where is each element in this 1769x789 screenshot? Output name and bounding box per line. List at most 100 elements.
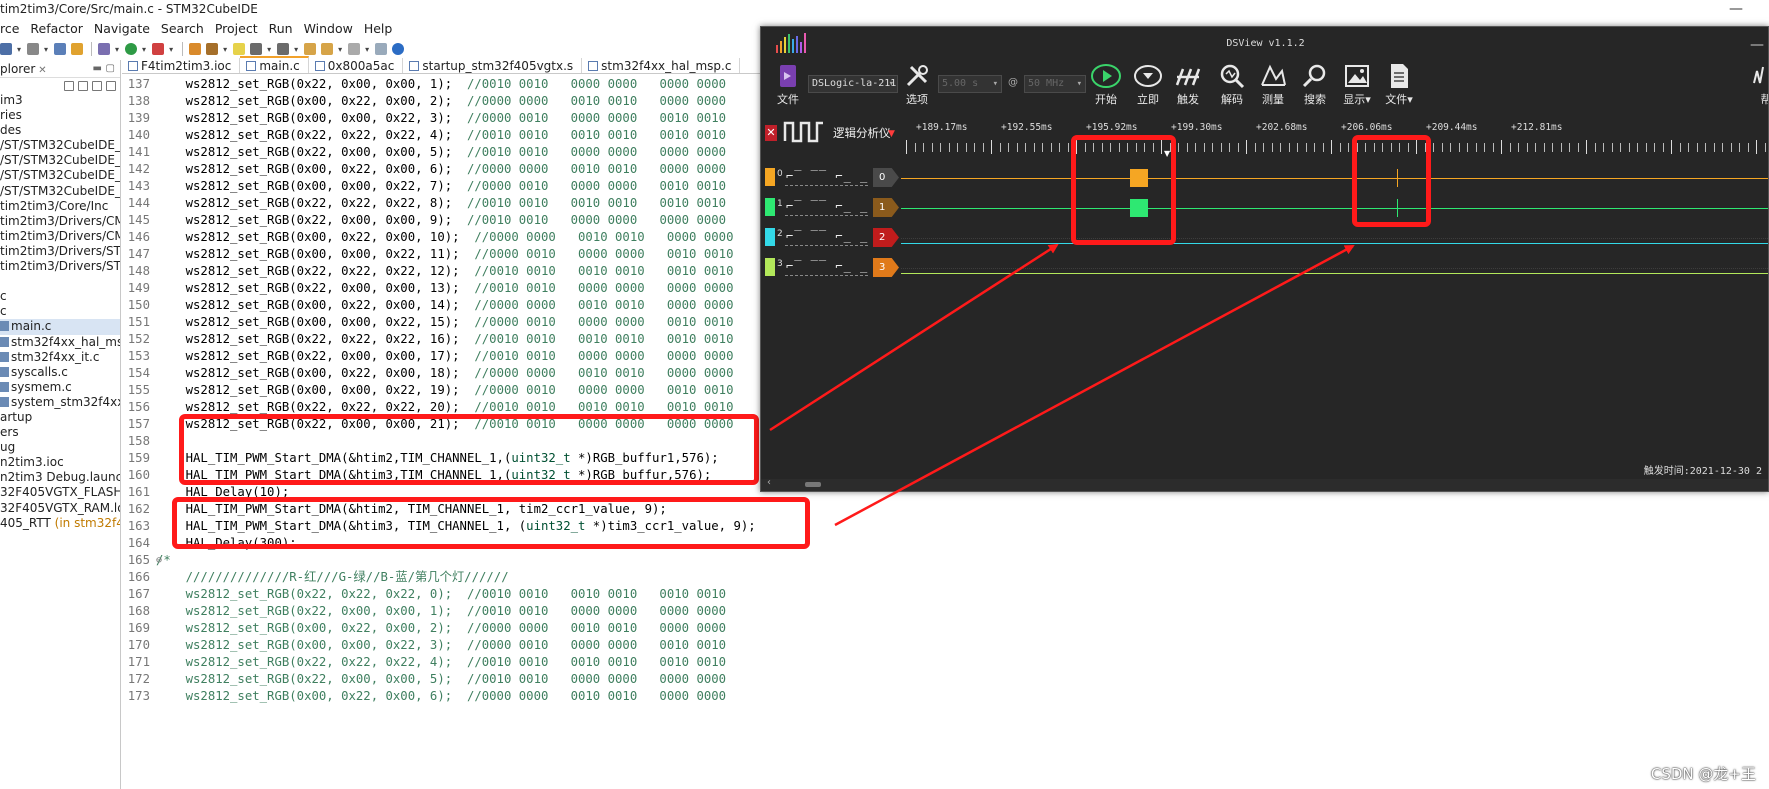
search-button[interactable]: 搜索: [1294, 61, 1336, 107]
display-button[interactable]: 显示▾: [1336, 61, 1378, 107]
save-icon[interactable]: [54, 43, 67, 55]
code-line[interactable]: 153 ws2812_set_RGB(0x22, 0x00, 0x00, 17)…: [122, 348, 767, 365]
menu-item-navigate[interactable]: Navigate: [94, 20, 150, 37]
code-line[interactable]: 170 ws2812_set_RGB(0x00, 0x00, 0x22, 3);…: [122, 637, 767, 654]
brush-icon[interactable]: [206, 43, 219, 55]
run-icon[interactable]: [125, 43, 138, 55]
chevron-down-icon[interactable]: ▾: [338, 45, 342, 54]
sample-count-select[interactable]: 5.00 s ▾: [938, 75, 1002, 93]
debug-config-icon[interactable]: [98, 43, 111, 55]
tree-item[interactable]: [0, 274, 120, 289]
open-folder-icon[interactable]: [189, 43, 202, 55]
tab-address[interactable]: 0x800a5ac: [309, 58, 404, 73]
file-button[interactable]: 文件: [767, 61, 809, 107]
decode-button[interactable]: 解码: [1211, 61, 1253, 107]
options-button[interactable]: 选项: [896, 61, 938, 107]
tree-item[interactable]: artup: [0, 410, 120, 425]
lock-icon[interactable]: [71, 43, 84, 55]
tree-item[interactable]: c: [0, 289, 120, 304]
build-icon[interactable]: [27, 43, 40, 55]
chevron-down-icon[interactable]: ▾: [44, 45, 48, 54]
gear-icon[interactable]: [0, 43, 12, 55]
code-line[interactable]: 144 ws2812_set_RGB(0x22, 0x22, 0x22, 8);…: [122, 195, 767, 212]
chevron-down-icon[interactable]: ▾: [267, 45, 271, 54]
chevron-down-icon[interactable]: ▾: [365, 45, 369, 54]
chevron-down-icon[interactable]: ▼: [888, 129, 895, 139]
channel-trigger-options[interactable]: ⌐‾ ‾‾ ⌐_ _ ⌶: [786, 199, 885, 213]
pin-icon[interactable]: [375, 43, 388, 55]
info-icon[interactable]: [392, 43, 405, 55]
code-line[interactable]: 146 ws2812_set_RGB(0x00, 0x22, 0x00, 10)…: [122, 229, 767, 246]
tree-item[interactable]: tim2tim3/Core/Inc: [0, 199, 120, 214]
code-line[interactable]: 154 ws2812_set_RGB(0x00, 0x22, 0x00, 18)…: [122, 365, 767, 382]
tree-item[interactable]: des: [0, 123, 120, 138]
tree-item[interactable]: 32F405VGTX_FLASH.ld: [0, 485, 120, 500]
tree-item[interactable]: /ST/STM32CubeIDE_1.8: [0, 168, 120, 183]
tab-main-c[interactable]: main.c: [240, 56, 309, 73]
menu-item-help[interactable]: Help: [364, 20, 393, 37]
link-editor-icon[interactable]: [78, 80, 88, 91]
tree-item[interactable]: 32F405VGTX_RAM.ld: [0, 501, 120, 516]
tree-item[interactable]: tim2tim3/Drivers/CMSI: [0, 214, 120, 229]
tab-hal-msp[interactable]: stm32f4xx_hal_msp.c: [582, 58, 741, 73]
tree-item[interactable]: tim2tim3/Drivers/STM3: [0, 244, 120, 259]
tree-item[interactable]: syscalls.c: [0, 365, 120, 380]
code-line[interactable]: 138 ws2812_set_RGB(0x00, 0x22, 0x00, 2);…: [122, 93, 767, 110]
channel-color-swatch[interactable]: [765, 228, 775, 246]
tree-item[interactable]: /ST/STM32CubeIDE_1.8: [0, 184, 120, 199]
close-icon[interactable]: ✕: [38, 65, 46, 76]
collapse-all-icon[interactable]: [64, 80, 74, 91]
code-line[interactable]: 165 ⊖/*: [122, 552, 767, 569]
tree-item[interactable]: ries: [0, 108, 120, 123]
minimize-icon[interactable]: —: [1729, 0, 1743, 18]
nav-forward-icon[interactable]: [348, 43, 361, 55]
code-line[interactable]: 166 //////////////R-红///G-绿//B-蓝/第几个灯///…: [122, 569, 767, 586]
tree-item[interactable]: sysmem.c: [0, 380, 120, 395]
tree-item[interactable]: 405_RTT (in stm32f405_: [0, 516, 120, 531]
tree-item[interactable]: main.c: [0, 319, 120, 335]
channel-color-swatch[interactable]: [765, 198, 775, 216]
code-line[interactable]: 171 ws2812_set_RGB(0x22, 0x22, 0x22, 4);…: [122, 654, 767, 671]
code-line[interactable]: 172 ws2812_set_RGB(0x22, 0x00, 0x00, 5);…: [122, 671, 767, 688]
chevron-down-icon[interactable]: ▾: [115, 45, 119, 54]
code-line[interactable]: 141 ws2812_set_RGB(0x22, 0x00, 0x00, 5);…: [122, 144, 767, 161]
code-line[interactable]: 168 ws2812_set_RGB(0x22, 0x00, 0x00, 1);…: [122, 603, 767, 620]
code-line[interactable]: 142 ws2812_set_RGB(0x00, 0x22, 0x00, 6);…: [122, 161, 767, 178]
channel-color-swatch[interactable]: [765, 258, 775, 276]
code-line[interactable]: 150 ws2812_set_RGB(0x00, 0x22, 0x00, 14)…: [122, 297, 767, 314]
chevron-down-icon[interactable]: ▾: [17, 45, 21, 54]
back-icon[interactable]: [304, 43, 317, 55]
channel-tag[interactable]: 1: [873, 198, 899, 217]
menu-item-refactor[interactable]: Refactor: [30, 20, 82, 37]
code-line[interactable]: 169 ws2812_set_RGB(0x00, 0x22, 0x00, 2);…: [122, 620, 767, 637]
channel-trigger-options[interactable]: ⌐‾ ‾‾ ⌐_ _ ⌶: [786, 229, 885, 243]
code-line[interactable]: 173 ws2812_set_RGB(0x00, 0x22, 0x00, 6);…: [122, 688, 767, 705]
code-line[interactable]: 147 ws2812_set_RGB(0x00, 0x00, 0x22, 11)…: [122, 246, 767, 263]
horizontal-scrollbar[interactable]: ‹: [761, 477, 1768, 491]
tree-item[interactable]: ers: [0, 425, 120, 440]
tree-item[interactable]: stm32f4xx_hal_msp.c: [0, 335, 120, 350]
tree-item[interactable]: /ST/STM32CubeIDE_1.8: [0, 153, 120, 168]
close-decoder-icon[interactable]: ✕: [765, 125, 777, 141]
code-line[interactable]: 155 ws2812_set_RGB(0x00, 0x00, 0x22, 19)…: [122, 382, 767, 399]
tree-item[interactable]: c: [0, 304, 120, 319]
measure-button[interactable]: 测量: [1252, 61, 1294, 107]
tab-startup[interactable]: startup_stm32f405vgtx.s: [403, 58, 583, 73]
chevron-down-icon[interactable]: ▾: [169, 45, 173, 54]
code-line[interactable]: 140 ws2812_set_RGB(0x22, 0x22, 0x22, 4);…: [122, 127, 767, 144]
tree-item[interactable]: n2tim3 Debug.launch: [0, 470, 120, 485]
help-button[interactable]: 帮: [1751, 61, 1768, 107]
annotation-icon[interactable]: [250, 43, 263, 55]
channel-tag[interactable]: 0: [873, 168, 899, 187]
chevron-down-icon[interactable]: ▾: [223, 45, 227, 54]
channel-color-swatch[interactable]: [765, 168, 775, 186]
trigger-button[interactable]: 触发: [1167, 61, 1209, 107]
device-select[interactable]: DSLogic-la-211 ▾: [808, 75, 898, 93]
forward-icon[interactable]: [321, 43, 334, 55]
tree-item[interactable]: n2tim3.ioc: [0, 455, 120, 470]
tree-item[interactable]: ug: [0, 440, 120, 455]
previous-edit-icon[interactable]: [277, 43, 290, 55]
channel-trigger-options[interactable]: ⌐‾ ‾‾ ⌐_ _ ⌶: [786, 169, 885, 183]
menu-item-source[interactable]: rce: [0, 20, 19, 37]
chevron-down-icon[interactable]: ▾: [142, 45, 146, 54]
